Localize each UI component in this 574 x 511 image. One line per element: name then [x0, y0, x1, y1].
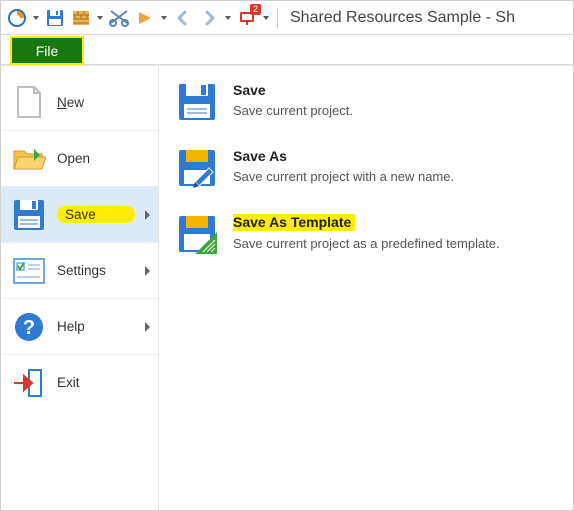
- save-floppy-icon: [177, 82, 217, 122]
- file-tab[interactable]: File: [11, 37, 83, 64]
- menu-label-exit: Exit: [57, 375, 150, 390]
- wall-dropdown-caret[interactable]: [95, 6, 105, 30]
- file-tab-label: File: [36, 43, 59, 59]
- detail-save-desc: Save current project.: [233, 102, 543, 120]
- chevron-right-icon: [145, 266, 150, 276]
- save-toolbar-icon[interactable]: [43, 6, 67, 30]
- app-dropdown-caret[interactable]: [31, 6, 41, 30]
- detail-save-as-template-title: Save As Template: [233, 214, 355, 231]
- forward-arrow-icon[interactable]: [197, 6, 221, 30]
- menu-label-open: Open: [57, 151, 150, 166]
- exit-icon: [11, 365, 47, 401]
- menu-item-settings[interactable]: Settings: [1, 242, 158, 298]
- settings-checklist-icon: [11, 253, 47, 289]
- ribbon-tab-strip: File: [1, 35, 573, 65]
- play-icon[interactable]: [133, 6, 157, 30]
- wall-icon[interactable]: [69, 6, 93, 30]
- chevron-right-icon: [145, 322, 150, 332]
- new-document-icon: [11, 84, 47, 120]
- detail-save-as-title: Save As: [233, 148, 557, 164]
- detail-save[interactable]: Save Save current project.: [177, 82, 557, 122]
- backstage-menu: New Open Save Settings ? He: [1, 66, 159, 510]
- backstage-view: New Open Save Settings ? He: [1, 65, 573, 510]
- presentation-icon[interactable]: 2: [235, 6, 259, 30]
- notification-badge: 2: [250, 4, 261, 15]
- open-folder-icon: [11, 141, 47, 177]
- toolbar-separator: [277, 8, 278, 28]
- detail-save-title: Save: [233, 82, 557, 98]
- app-icon[interactable]: [5, 6, 29, 30]
- menu-label-save: Save: [57, 206, 135, 223]
- cut-icon[interactable]: [107, 6, 131, 30]
- quick-access-toolbar: 2 Shared Resources Sample - Sh: [1, 1, 573, 35]
- play-dropdown-caret[interactable]: [159, 6, 169, 30]
- detail-save-as-desc: Save current project with a new name.: [233, 168, 543, 186]
- menu-item-new[interactable]: New: [1, 74, 158, 130]
- detail-save-as-template-desc: Save current project as a predefined tem…: [233, 235, 543, 253]
- menu-item-help[interactable]: ? Help: [1, 298, 158, 354]
- save-as-icon: [177, 148, 217, 188]
- svg-text:?: ?: [23, 317, 35, 339]
- menu-item-open[interactable]: Open: [1, 130, 158, 186]
- chevron-right-icon: [145, 210, 150, 220]
- window-title: Shared Resources Sample - Sh: [290, 9, 515, 27]
- menu-label-help: Help: [57, 319, 135, 334]
- detail-save-as[interactable]: Save As Save current project with a new …: [177, 148, 557, 188]
- detail-save-as-template[interactable]: Save As Template Save current project as…: [177, 214, 557, 254]
- back-arrow-icon[interactable]: [171, 6, 195, 30]
- save-detail-pane: Save Save current project. Save As Save …: [159, 66, 573, 510]
- help-icon: ?: [11, 309, 47, 345]
- menu-item-save[interactable]: Save: [1, 186, 158, 242]
- forward-dropdown-caret[interactable]: [223, 6, 233, 30]
- save-floppy-icon: [11, 197, 47, 233]
- menu-item-exit[interactable]: Exit: [1, 354, 158, 410]
- menu-label-settings: Settings: [57, 263, 135, 278]
- save-as-template-icon: [177, 214, 217, 254]
- presentation-dropdown-caret[interactable]: [261, 6, 271, 30]
- menu-label-new: New: [57, 95, 150, 110]
